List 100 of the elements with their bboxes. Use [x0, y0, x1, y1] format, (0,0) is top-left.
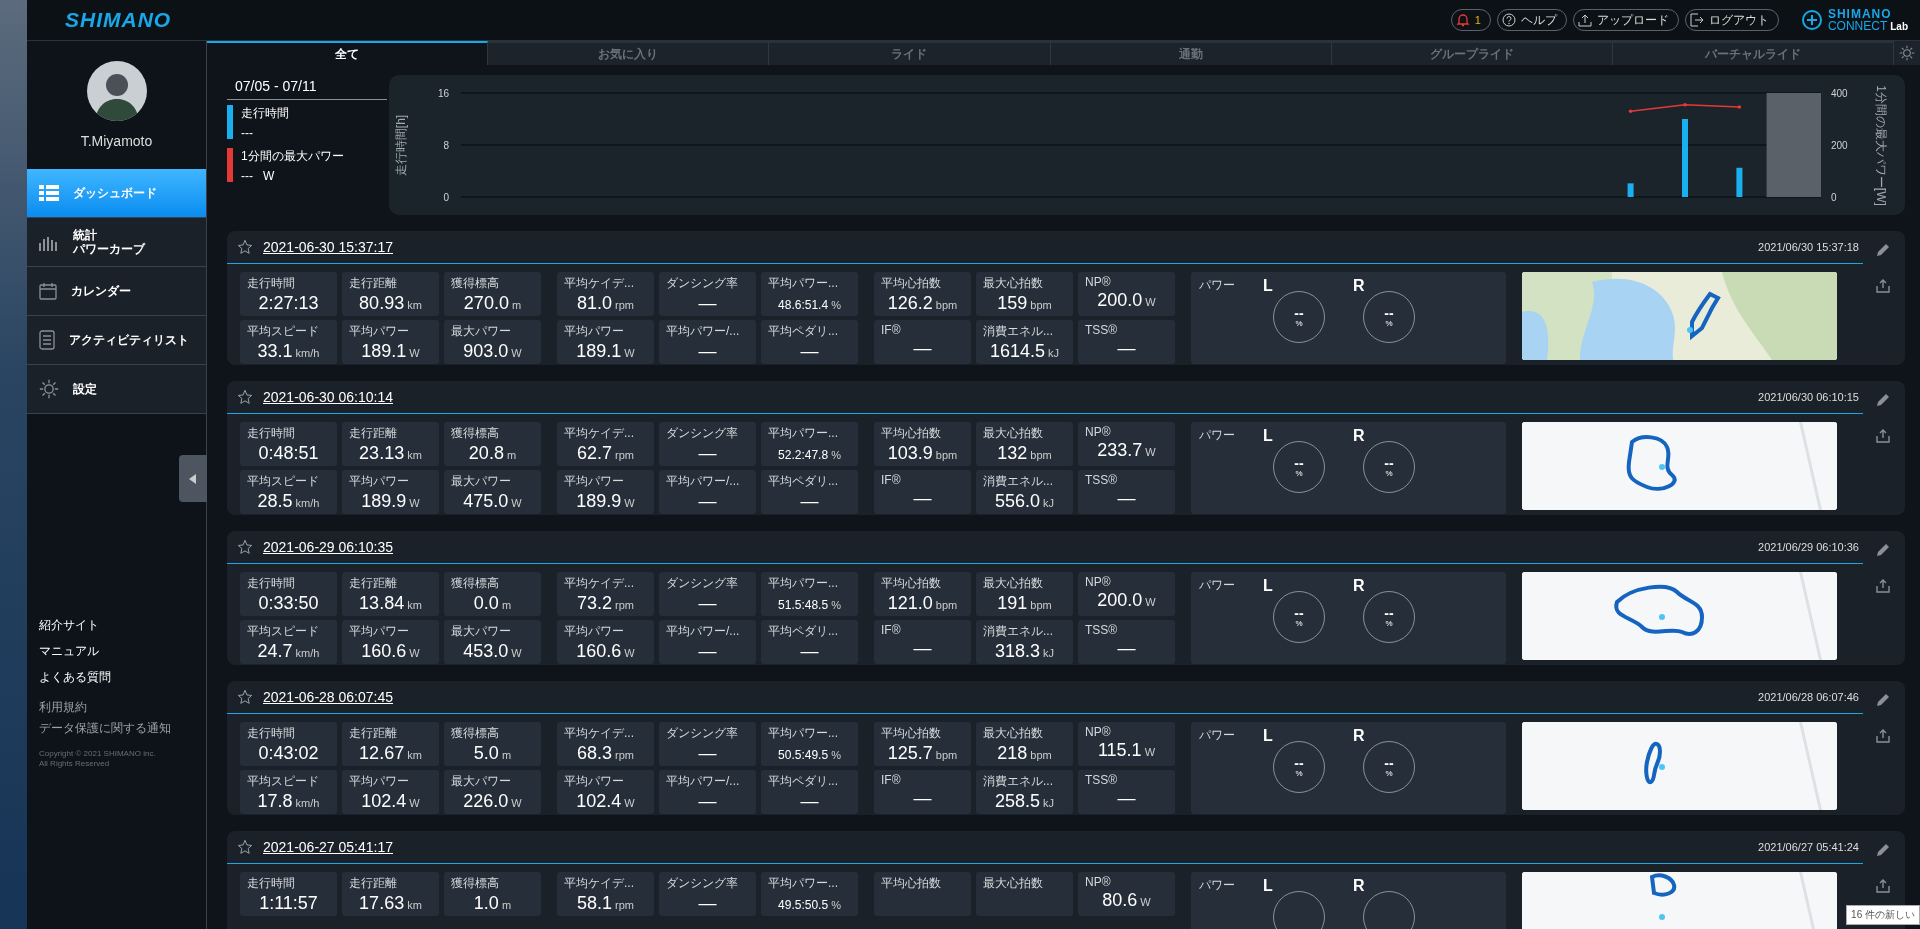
- footer-link[interactable]: よくある質問: [39, 669, 206, 686]
- star-icon[interactable]: [237, 689, 253, 705]
- stat-label: 最大パワー: [451, 323, 512, 340]
- stat-label: 平均パワー/...: [666, 773, 741, 790]
- caret-icon: [189, 473, 197, 484]
- recorded-time: 2021/06/30 15:37:18: [1758, 241, 1859, 253]
- share-icon[interactable]: [1876, 879, 1890, 893]
- stat-label: NP®: [1085, 575, 1112, 589]
- side-label: L: [1263, 277, 1273, 295]
- stat-label: 平均パワー: [564, 473, 625, 490]
- stat-value: —: [697, 641, 718, 662]
- gauge-unit: %: [1385, 318, 1393, 328]
- stat-label: 平均パワー: [564, 323, 625, 340]
- stat-value: 218 bpm: [996, 743, 1053, 764]
- new-items-toast[interactable]: 16 件の新しい: [1846, 905, 1920, 925]
- document-icon: [39, 330, 55, 350]
- stat-value: 1614.5 kJ: [988, 341, 1061, 362]
- pencil-icon[interactable]: [1876, 243, 1890, 257]
- stat-value: 132 bpm: [996, 443, 1053, 464]
- stat-value: 189.1 W: [575, 341, 636, 362]
- activity-title-link[interactable]: 2021-06-29 06:10:35: [263, 539, 393, 555]
- star-icon[interactable]: [237, 389, 253, 405]
- legal-link[interactable]: データ保護に関する通知: [39, 720, 206, 737]
- stat-label: 走行距離: [349, 575, 398, 592]
- activity-title-link[interactable]: 2021-06-27 05:41:17: [263, 839, 393, 855]
- y-axis-tick: 200: [1831, 140, 1848, 151]
- star-icon[interactable]: [237, 539, 253, 555]
- gauge-value: --: [1384, 456, 1394, 469]
- pencil-icon[interactable]: [1876, 693, 1890, 707]
- recorded-time: 2021/06/29 06:10:36: [1758, 541, 1859, 553]
- stat-value: 318.3 kJ: [993, 641, 1056, 662]
- side-label: L: [1263, 427, 1273, 445]
- star-icon[interactable]: [237, 839, 253, 855]
- stat-value: 102.4 W: [360, 791, 421, 812]
- stat-value: 189.1 W: [360, 341, 421, 362]
- activity-title-link[interactable]: 2021-06-30 15:37:17: [263, 239, 393, 255]
- footer-link[interactable]: 紹介サイト: [39, 617, 206, 634]
- stat-value: 189.9 W: [575, 491, 636, 512]
- nav-item[interactable]: アクティビティリスト: [27, 316, 206, 365]
- legal-link[interactable]: 利用規約: [39, 699, 206, 716]
- gauge-value: --: [1294, 756, 1304, 769]
- collapse-handle[interactable]: [179, 455, 207, 502]
- stat-value: 453.0 W: [462, 641, 523, 662]
- star-icon[interactable]: [237, 239, 253, 255]
- stat-value: —: [697, 293, 718, 314]
- stat-label: 平均パワー/...: [666, 473, 741, 490]
- y-axis-tick: 0: [443, 192, 449, 203]
- share-icon[interactable]: [1876, 429, 1890, 443]
- stat-label: 平均パワー...: [768, 875, 839, 892]
- footer-link[interactable]: マニュアル: [39, 643, 206, 660]
- activity-title-link[interactable]: 2021-06-30 06:10:14: [263, 389, 393, 405]
- time-bar: [1627, 183, 1634, 197]
- stat-value: 62.7 rpm: [575, 443, 635, 464]
- settings-icon[interactable]: [1899, 45, 1916, 61]
- power-label: パワー: [1199, 277, 1236, 294]
- stat-value: —: [912, 638, 933, 659]
- stat-label: 消費エネル...: [983, 323, 1054, 340]
- logo[interactable]: SHIMANO: [27, 8, 207, 32]
- recorded-time: 2021/06/28 06:07:46: [1758, 691, 1859, 703]
- nav-item[interactable]: 設定: [27, 365, 206, 414]
- stat-label: 最大パワー: [451, 623, 512, 640]
- stat-label: 平均ケイデ...: [564, 875, 635, 892]
- stat-label: 獲得標高: [451, 275, 500, 292]
- stat-label: 獲得標高: [451, 425, 500, 442]
- activity-title-link[interactable]: 2021-06-28 06:07:45: [263, 689, 393, 705]
- stat-label: 平均パワー/...: [666, 623, 741, 640]
- tab[interactable]: 全て: [207, 41, 489, 65]
- stat-value: 20.8 m: [467, 443, 518, 464]
- logout-icon: [1689, 13, 1704, 27]
- side-label: L: [1263, 877, 1273, 895]
- stat-value: —: [697, 893, 718, 914]
- stat-label: 平均パワー...: [768, 575, 839, 592]
- stat-value: 13.84 km: [358, 593, 423, 614]
- stat-label: NP®: [1085, 275, 1112, 289]
- stat-label: 平均パワー: [349, 623, 410, 640]
- pencil-icon[interactable]: [1876, 543, 1890, 557]
- share-icon[interactable]: [1876, 279, 1890, 293]
- share-icon[interactable]: [1876, 579, 1890, 593]
- help-icon: [1501, 13, 1516, 27]
- stat-value: —: [1116, 338, 1137, 359]
- stat-value: 68.3 rpm: [575, 743, 635, 764]
- stat-label: 最大心拍数: [983, 875, 1044, 892]
- stat-label: 平均パワー: [564, 623, 625, 640]
- copyright: Copyright © 2021 SHIMANO inc. All Rights Reserved: [39, 749, 157, 769]
- side-label: R: [1353, 577, 1365, 595]
- pencil-icon[interactable]: [1876, 393, 1890, 407]
- side-label: R: [1353, 427, 1365, 445]
- nav-item[interactable]: カレンダー: [27, 267, 206, 316]
- stat-value: 191 bpm: [996, 593, 1053, 614]
- stat-value: 200.0 W: [1096, 290, 1157, 311]
- nav-item[interactable]: 統計 パワーカーブ: [27, 218, 206, 267]
- stat-value: 81.0 rpm: [575, 293, 635, 314]
- pencil-icon[interactable]: [1876, 843, 1890, 857]
- stat-value: 28.5 km/h: [256, 491, 321, 512]
- user-name: T.Miyamoto: [80, 133, 153, 149]
- y-axis-label: 走行時間[h]: [393, 114, 410, 176]
- stat-label: 走行時間: [247, 275, 296, 292]
- share-icon[interactable]: [1876, 729, 1890, 743]
- stat-label: 走行時間: [247, 875, 296, 892]
- gauge-value: --: [1294, 306, 1304, 319]
